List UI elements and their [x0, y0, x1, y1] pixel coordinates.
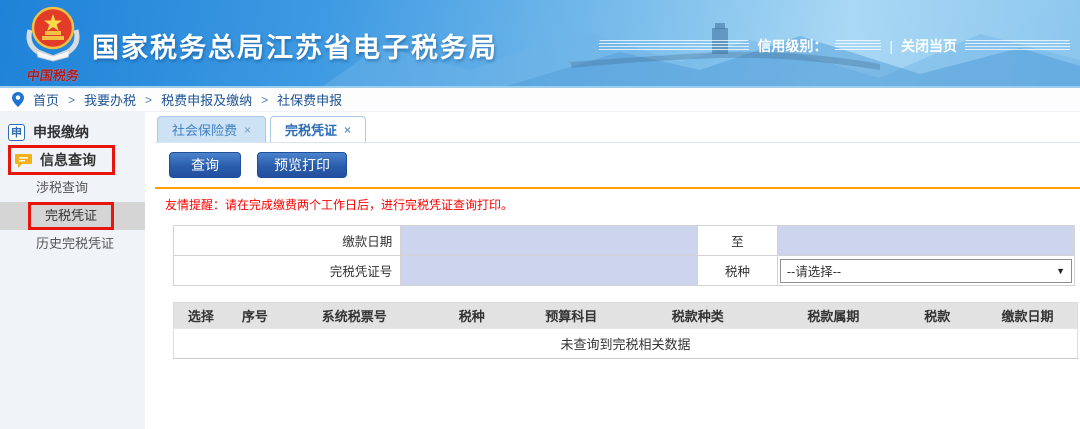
tab-tax-certificate[interactable]: 完税凭证 ×	[270, 116, 367, 142]
col-tax-type: 税种	[426, 302, 517, 329]
col-ticket-no: 系统税票号	[281, 302, 427, 329]
annotation-box: 完税凭证	[28, 202, 115, 230]
col-tax-category: 税款种类	[625, 302, 771, 329]
certificate-no-label: 完税凭证号	[172, 255, 402, 286]
results-header-row: 选择 序号 系统税票号 税种 预算科目 税款种类 税款属期 税款 缴款日期	[173, 302, 1078, 329]
col-payment-date: 缴款日期	[977, 302, 1078, 329]
sidebar-item-tax-related-query[interactable]: 涉税查询	[0, 174, 145, 202]
tax-type-cell: --请选择-- ▼	[776, 255, 1076, 286]
breadcrumb-woyaobanshui[interactable]: 我要办税	[84, 90, 136, 109]
sidebar-item-history-certificate[interactable]: 历史完税凭证	[0, 230, 145, 258]
sidebar-item-label: 信息查询	[40, 152, 96, 168]
breadcrumb-shuifeishenbao[interactable]: 税费申报及缴纳	[161, 90, 252, 109]
declare-icon: 申	[8, 123, 25, 141]
logo-caption: 中国税务	[25, 68, 80, 83]
friendly-reminder-text: 友情提醒：请在完成缴费两个工作日后，进行完税凭证查询打印。	[165, 198, 514, 212]
col-tax-period: 税款属期	[770, 302, 897, 329]
date-to-label: 至	[697, 225, 778, 256]
header-divider: |	[889, 38, 893, 54]
app-window: 中国税务 国家税务总局江苏省电子税务局 信用级别： | 关闭当页 首页 > 我要…	[0, 0, 1080, 429]
query-form: 缴款日期 至 完税凭证号 税种 --请选择-- ▼	[172, 225, 1076, 286]
tab-social-insurance[interactable]: 社会保险费 ×	[157, 116, 267, 142]
tax-type-label: 税种	[697, 255, 778, 286]
sidebar: 申 申报缴纳 信息查询 涉税查询 完税凭证 历史完税凭证	[0, 112, 145, 429]
payment-date-start-input[interactable]	[401, 226, 697, 255]
results-table: 选择 序号 系统税票号 税种 预算科目 税款种类 税款属期 税款 缴款日期 未查…	[173, 302, 1078, 359]
site-header: 中国税务 国家税务总局江苏省电子税务局 信用级别： | 关闭当页	[0, 0, 1080, 88]
annotation-box: 信息查询	[8, 145, 115, 175]
tax-emblem-icon	[26, 6, 80, 62]
tax-type-selected-value: --请选择--	[786, 265, 842, 279]
payment-date-end-cell	[776, 225, 1076, 256]
tax-logo: 中国税务	[14, 4, 92, 84]
breadcrumb: 首页 > 我要办税 > 税费申报及缴纳 > 社保费申报	[0, 88, 1080, 112]
query-button[interactable]: 查询	[169, 152, 241, 178]
decorative-lines	[965, 40, 1070, 52]
breadcrumb-separator: >	[261, 92, 269, 107]
credit-level-label: 信用级别：	[757, 38, 828, 54]
col-select: 选择	[173, 302, 228, 329]
decorative-lines	[599, 40, 750, 52]
tab-close-icon[interactable]: ×	[344, 123, 351, 137]
breadcrumb-separator: >	[68, 92, 76, 107]
decorative-lines	[835, 40, 882, 52]
payment-date-end-input[interactable]	[778, 226, 1074, 255]
tab-bar: 社会保险费 × 完税凭证 ×	[155, 112, 1080, 143]
certificate-no-input[interactable]	[401, 256, 697, 285]
empty-state-row: 未查询到完税相关数据	[173, 328, 1078, 359]
site-title: 国家税务总局江苏省电子税务局	[92, 33, 498, 63]
breadcrumb-home[interactable]: 首页	[33, 90, 59, 109]
main-content: 社会保险费 × 完税凭证 × 查询 预览打印 友情提醒：请在完成缴费两个工作日后…	[145, 112, 1080, 429]
col-budget-subject: 预算科目	[516, 302, 626, 329]
payment-date-label: 缴款日期	[172, 225, 402, 256]
sidebar-item-declare-pay[interactable]: 申 申报缴纳	[0, 118, 145, 146]
tax-type-select[interactable]: --请选择-- ▼	[779, 258, 1072, 283]
breadcrumb-shebaofei[interactable]: 社保费申报	[277, 90, 342, 109]
certificate-no-cell	[400, 255, 699, 286]
col-serial: 序号	[227, 302, 282, 329]
tab-close-icon[interactable]: ×	[244, 123, 251, 137]
payment-date-start-cell	[400, 225, 699, 256]
sidebar-item-label: 申报缴纳	[33, 124, 89, 140]
sidebar-item-tax-payment-certificate[interactable]: 完税凭证	[0, 202, 145, 230]
col-tax-amount: 税款	[896, 302, 978, 329]
toolbar: 查询 预览打印	[155, 143, 1080, 189]
empty-state-text: 未查询到完税相关数据	[173, 328, 1078, 359]
close-page-button[interactable]: 关闭当页	[901, 36, 957, 56]
chat-bubble-icon	[15, 153, 32, 168]
sidebar-item-info-query[interactable]: 信息查询	[0, 145, 145, 175]
breadcrumb-separator: >	[145, 92, 153, 107]
dropdown-arrow-icon: ▼	[1056, 265, 1065, 276]
location-pin-icon	[12, 92, 24, 107]
preview-print-button[interactable]: 预览打印	[257, 152, 347, 178]
